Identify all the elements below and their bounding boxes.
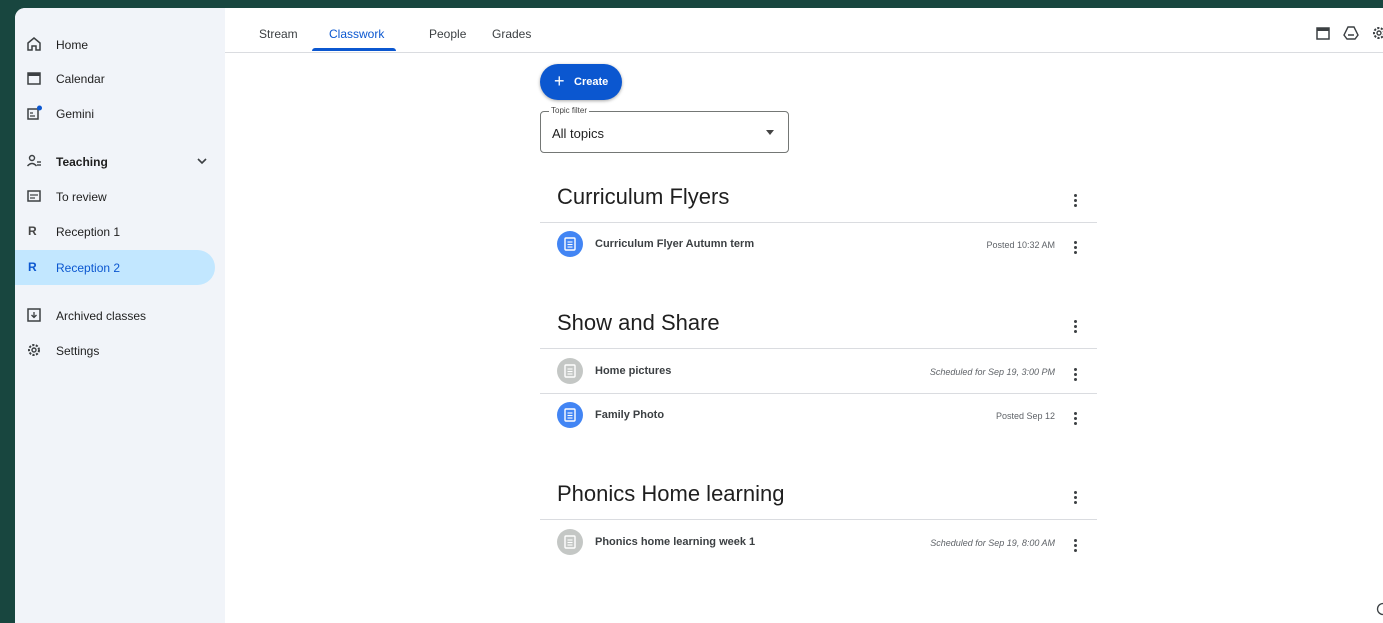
gemini-icon [27, 105, 42, 120]
topic-divider [540, 348, 1097, 349]
topic-divider [540, 519, 1097, 520]
sidebar-item-settings[interactable]: Settings [15, 333, 215, 368]
gear-icon [28, 344, 40, 356]
item-title: Curriculum Flyer Autumn term [595, 238, 755, 250]
sidebar-item-label: Archived classes [56, 309, 147, 323]
topic-more-options-icon[interactable] [1074, 320, 1078, 336]
teaching-icon [26, 154, 41, 167]
item-title: Family Photo [595, 409, 665, 421]
tab-people[interactable]: People [429, 27, 466, 41]
assignment-icon [557, 529, 583, 555]
sidebar-item-label: Settings [56, 344, 100, 358]
class-avatar-letter: R [28, 260, 37, 274]
calendar-icon [27, 72, 41, 85]
sidebar-item-label: Home [56, 38, 89, 52]
item-title: Home pictures [595, 365, 672, 377]
item-more-options-icon[interactable] [1074, 241, 1078, 257]
review-icon [27, 190, 41, 202]
topic-title: Curriculum Flyers [557, 184, 730, 209]
sidebar-item-to-review[interactable]: To review [15, 179, 215, 214]
topic-title: Phonics Home learning [557, 481, 785, 506]
archive-icon [27, 308, 41, 322]
tab-classwork[interactable]: Classwork [329, 27, 384, 41]
topic-more-options-icon[interactable] [1074, 194, 1078, 210]
sidebar-item-label: Gemini [56, 107, 95, 121]
item-status: Posted Sep 12 [995, 411, 1055, 421]
dropdown-arrow-icon [766, 130, 774, 135]
assignment-icon [557, 358, 583, 384]
settings-gear-icon[interactable] [1371, 25, 1383, 41]
sidebar-item-label: Calendar [56, 72, 105, 86]
sidebar-item-reception-1[interactable]: R Reception 1 [15, 214, 215, 249]
sidebar-item-archived-classes[interactable]: Archived classes [15, 298, 215, 333]
sidebar-item-reception-2[interactable]: R Reception 2 [15, 250, 215, 285]
item-status: Scheduled for Sep 19, 8:00 AM [930, 538, 1055, 548]
topic-title: Show and Share [557, 310, 720, 335]
drive-icon[interactable] [1343, 25, 1359, 41]
create-button-label: Create [574, 76, 609, 88]
sidebar-item-label: To review [56, 190, 107, 204]
topic-filter-value: All topics [552, 126, 605, 141]
sidebar-item-label: Teaching [56, 155, 108, 169]
topic-divider [540, 222, 1097, 223]
sidebar-item-gemini[interactable]: Gemini [15, 96, 215, 131]
item-status: Scheduled for Sep 19, 3:00 PM [929, 367, 1055, 377]
assignment-icon [557, 402, 583, 428]
tab-stream[interactable]: Stream [259, 27, 298, 41]
assignment-icon [557, 231, 583, 257]
item-status: Posted 10:32 AM [986, 240, 1055, 250]
item-more-options-icon[interactable] [1074, 539, 1078, 555]
topic-filter-label: Topic filter [549, 106, 590, 116]
sidebar: Home Calendar Gemini Teaching To review … [15, 8, 225, 623]
topic-filter-select[interactable]: Topic filter All topics [540, 106, 789, 153]
help-icon[interactable] [1376, 602, 1383, 616]
create-button[interactable]: + Create [540, 64, 622, 100]
tab-grades[interactable]: Grades [492, 27, 531, 41]
item-divider [540, 393, 1097, 394]
plus-icon: + [554, 71, 565, 91]
sidebar-item-calendar[interactable]: Calendar [15, 61, 215, 96]
calendar-icon[interactable] [1315, 25, 1331, 41]
item-more-options-icon[interactable] [1074, 368, 1078, 384]
home-icon [27, 37, 41, 51]
item-more-options-icon[interactable] [1074, 412, 1078, 428]
active-tab-indicator [312, 48, 396, 51]
app-window: Home Calendar Gemini Teaching To review … [15, 8, 1383, 623]
class-avatar-letter: R [28, 224, 37, 238]
topic-more-options-icon[interactable] [1074, 491, 1078, 507]
chevron-down-icon[interactable] [195, 154, 209, 168]
sidebar-item-label: Reception 1 [56, 225, 121, 239]
top-tab-bar: Stream Classwork People Grades [225, 8, 1383, 53]
sidebar-item-label: Reception 2 [56, 261, 121, 275]
sidebar-item-teaching[interactable]: Teaching [15, 144, 215, 179]
sidebar-item-home[interactable]: Home [15, 27, 215, 62]
item-title: Phonics home learning week 1 [595, 536, 756, 548]
